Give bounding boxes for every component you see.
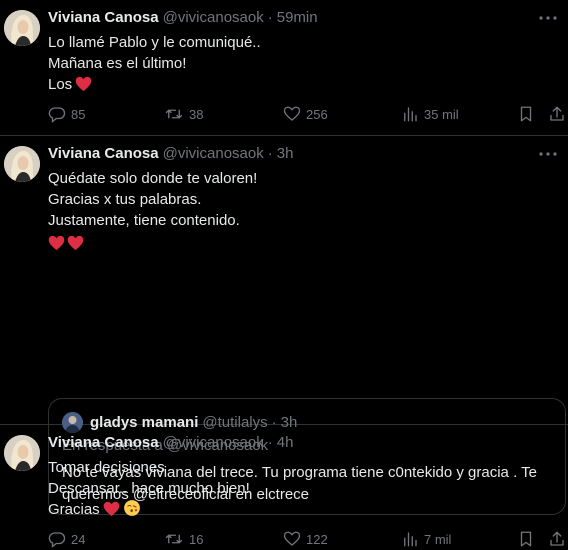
tweet[interactable]: Viviana Canosa @vivicanosaok · 4h Tomar …: [0, 425, 568, 535]
more-options-icon[interactable]: [538, 9, 558, 27]
author-handle[interactable]: @vivicanosaok: [163, 434, 264, 452]
red-heart-emoji-icon: [67, 235, 84, 251]
avatar[interactable]: [4, 146, 40, 182]
tweet-line: Lo llamé Pablo y le comuniqué..: [48, 34, 261, 51]
reply-count: 85: [71, 106, 86, 122]
timestamp[interactable]: 3h: [277, 145, 294, 163]
tweet-line: Gracias x tus palabras.: [48, 191, 202, 208]
separator: ·: [267, 9, 273, 26]
separator: ·: [267, 434, 273, 451]
emoji-line: [48, 235, 556, 257]
tweet-text: Lo llamé Pablo y le comuniqué.. Mañana e…: [48, 32, 556, 95]
timestamp[interactable]: 59min: [277, 9, 318, 27]
bookmark-icon: [520, 106, 532, 122]
tweet-line: Mañana es el último!: [48, 55, 187, 72]
reply-button[interactable]: 85: [48, 105, 85, 123]
like-button[interactable]: 256: [283, 105, 328, 123]
retweet-button[interactable]: 38: [164, 105, 203, 123]
separator: ·: [267, 145, 273, 162]
tweet-header: Viviana Canosa @vivicanosaok · 59min: [48, 9, 556, 27]
bookmark-button[interactable]: [518, 105, 534, 123]
views-chart-icon: [404, 107, 417, 122]
red-heart-emoji-icon: [48, 235, 65, 251]
tweet-line-with-emoji: Los: [48, 74, 556, 95]
retweet-count: 38: [189, 106, 204, 122]
author-handle[interactable]: @vivicanosaok: [163, 9, 264, 27]
retweet-icon: [165, 109, 183, 119]
tweet[interactable]: Viviana Canosa @vivicanosaok · 59min Lo …: [0, 0, 568, 136]
avatar[interactable]: [4, 435, 40, 471]
tweet-line: Quédate solo donde te valoren!: [48, 170, 258, 187]
tweet-header: Viviana Canosa @vivicanosaok · 4h: [48, 434, 556, 452]
tweet-line: Justamente, tiene contenido.: [48, 212, 240, 229]
face-blowing-kiss-emoji-icon: [123, 500, 140, 516]
author-handle[interactable]: @vivicanosaok: [163, 145, 264, 163]
red-heart-emoji-icon: [103, 501, 119, 517]
share-button[interactable]: [548, 105, 566, 123]
author-name[interactable]: Viviana Canosa: [48, 9, 159, 27]
author-name[interactable]: Viviana Canosa: [48, 434, 159, 452]
tweet-line: Tomar decisiones: [48, 459, 165, 476]
tweet[interactable]: Viviana Canosa @vivicanosaok · 3h Quédat…: [0, 136, 568, 548]
heart-outline-icon: [283, 106, 301, 121]
tweet-line: Descansar.. hace mucho bien!: [48, 480, 250, 497]
tweet-text: Quédate solo donde te valoren! Gracias x…: [48, 168, 556, 257]
author-name[interactable]: Viviana Canosa: [48, 145, 159, 163]
views-count: 35 mil: [424, 106, 459, 122]
tweet-line-with-emoji: Gracias: [48, 499, 556, 520]
reply-icon: [48, 107, 66, 123]
tweet-header: Viviana Canosa @vivicanosaok · 3h: [48, 145, 556, 163]
red-heart-emoji-icon: [75, 76, 92, 92]
views-button[interactable]: 35 mil: [401, 105, 459, 123]
tweet-line: Los: [48, 76, 73, 93]
like-count: 256: [306, 106, 328, 122]
tweet-text: Tomar decisiones Descansar.. hace mucho …: [48, 457, 556, 520]
more-options-icon[interactable]: [538, 145, 558, 163]
timestamp[interactable]: 4h: [277, 434, 294, 452]
share-icon: [550, 106, 564, 121]
avatar[interactable]: [4, 10, 40, 46]
action-bar: 85 38 256 35 mil: [48, 103, 564, 125]
tweet-line: Gracias: [48, 501, 100, 518]
timeline: Viviana Canosa @vivicanosaok · 59min Lo …: [0, 0, 568, 548]
